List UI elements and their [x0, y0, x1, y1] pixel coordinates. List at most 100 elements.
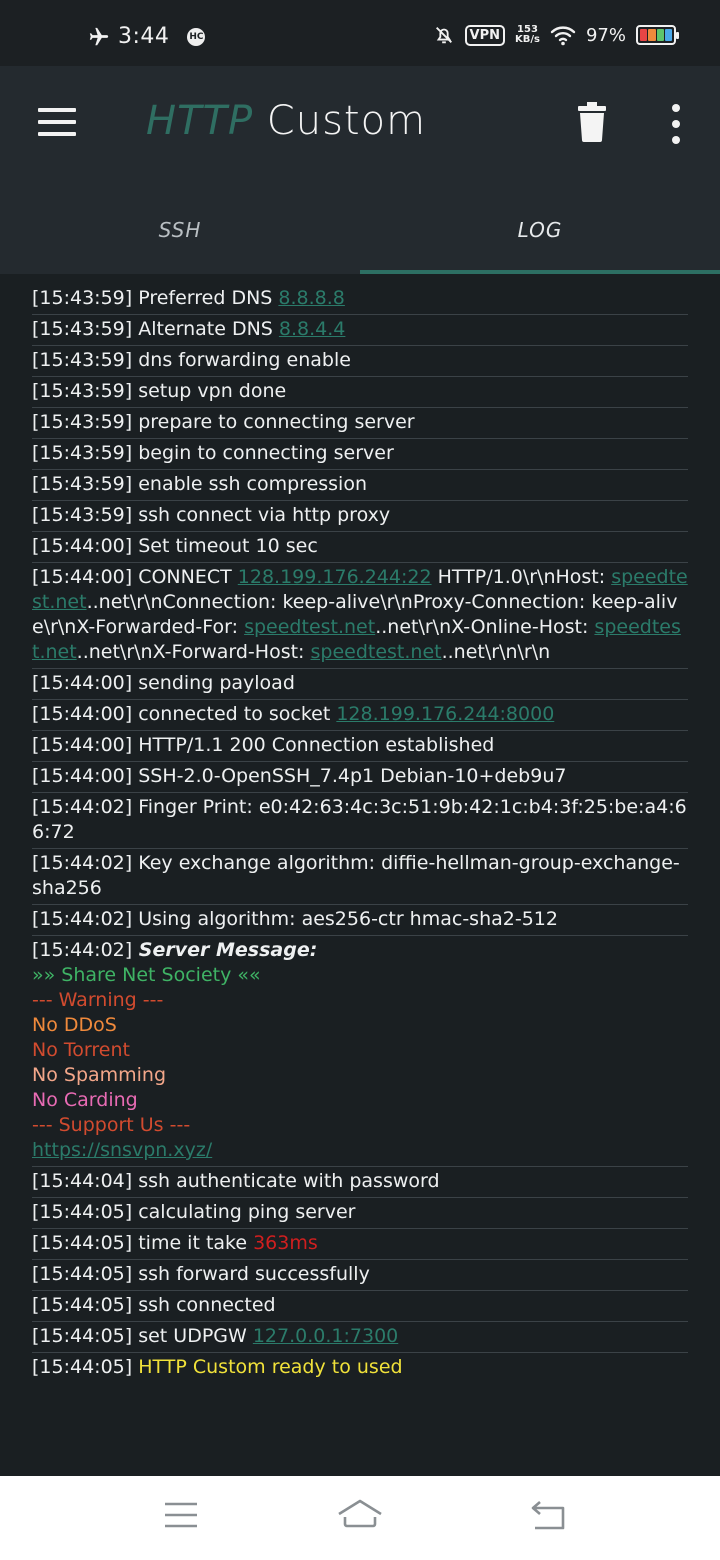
log-text: No Carding — [32, 1089, 138, 1111]
log-text: dns forwarding enable — [132, 349, 351, 371]
log-timestamp: [15:44:02] — [32, 796, 133, 818]
airplane-icon — [89, 27, 109, 45]
log-timestamp: [15:44:00] — [32, 535, 133, 557]
back-button[interactable] — [530, 1500, 568, 1536]
status-right: VPN 153 KB/s 97% — [433, 24, 679, 46]
more-icon-dot — [672, 136, 680, 144]
tab-log[interactable]: LOG — [360, 186, 720, 274]
log-entry: [15:44:05] calculating ping server — [32, 1198, 688, 1229]
log-timestamp: [15:43:59] — [32, 318, 133, 340]
log-entry: [15:44:00] SSH-2.0-OpenSSH_7.4p1 Debian-… — [32, 762, 688, 793]
log-timestamp: [15:44:00] — [32, 765, 133, 787]
more-options-button[interactable] — [668, 104, 684, 144]
speed-unit: KB/s — [515, 34, 540, 45]
log-text: HTTP/1.1 200 Connection established — [132, 734, 495, 756]
log-text: ssh forward successfully — [132, 1263, 370, 1285]
log-text: ssh authenticate with password — [132, 1170, 440, 1192]
log-panel[interactable]: [15:43:59] Preferred DNS 8.8.8.8 [15:43:5… — [0, 274, 720, 1476]
log-timestamp: [15:44:02] — [32, 852, 133, 874]
log-entry: [15:44:00] CONNECT 128.199.176.244:22 HT… — [32, 563, 688, 669]
vpn-badge: VPN — [464, 24, 505, 46]
log-timestamp: [15:44:02] — [32, 908, 133, 930]
log-text: ..net\r\n\r\n — [441, 641, 551, 663]
log-entry: [15:44:05] set UDPGW 127.0.0.1:7300 — [32, 1322, 688, 1353]
app-bar: HTTP Custom SSH LOG — [0, 66, 720, 274]
log-text: --- Warning --- — [32, 989, 164, 1011]
log-entry: [15:44:05] time it take 363ms — [32, 1229, 688, 1260]
log-timestamp: [15:44:05] — [32, 1232, 133, 1254]
log-link[interactable]: https://snsvpn.xyz/ — [32, 1138, 688, 1163]
log-entry: [15:44:00] Set timeout 10 sec — [32, 532, 688, 563]
log-link[interactable]: 8.8.8.8 — [278, 287, 344, 309]
log-text: sending payload — [132, 672, 295, 694]
menu-icon-bar — [38, 108, 76, 112]
log-entry: [15:44:00] connected to socket 128.199.1… — [32, 700, 688, 731]
log-text: enable ssh compression — [132, 473, 367, 495]
app-title-part2: Custom — [266, 98, 427, 144]
log-link[interactable]: 128.199.176.244:22 — [238, 566, 432, 588]
log-timestamp: [15:44:05] — [32, 1294, 133, 1316]
log-text: CONNECT — [132, 566, 238, 588]
log-timestamp: [15:44:00] — [32, 566, 133, 588]
log-entry: [15:43:59] prepare to connecting server — [32, 408, 688, 439]
log-link[interactable]: 127.0.0.1:7300 — [253, 1325, 398, 1347]
log-text: calculating ping server — [132, 1201, 356, 1223]
log-timestamp: [15:44:00] — [32, 703, 133, 725]
log-text: ..net\r\nX-Online-Host: — [375, 616, 595, 638]
log-timestamp: [15:43:59] — [32, 349, 133, 371]
recents-button[interactable] — [164, 1500, 198, 1534]
log-text: »» Share Net Society «« — [32, 964, 261, 986]
status-time: 3:44 — [118, 24, 170, 49]
status-bar: 3:44 HC VPN 153 KB/s 97% — [0, 0, 720, 66]
log-text: HTTP/1.0\r\nHost: — [431, 566, 612, 588]
tab-ssh[interactable]: SSH — [0, 186, 360, 274]
log-timestamp: [15:44:00] — [32, 672, 133, 694]
battery-segment — [648, 29, 656, 41]
log-entry: [15:43:59] ssh connect via http proxy — [32, 501, 688, 532]
log-text: time it take — [132, 1232, 254, 1254]
app-title-part1: HTTP — [146, 98, 254, 144]
menu-icon — [165, 1502, 197, 1528]
more-icon-dot — [672, 104, 680, 112]
log-text: setup vpn done — [132, 380, 287, 402]
log-link[interactable]: 8.8.4.4 — [279, 318, 345, 340]
log-text: begin to connecting server — [132, 442, 394, 464]
log-timestamp: [15:43:59] — [32, 411, 133, 433]
system-nav-bar — [0, 1476, 720, 1560]
log-link[interactable]: speedtest.net — [310, 641, 441, 663]
clear-log-button[interactable] — [578, 102, 606, 142]
log-text: prepare to connecting server — [132, 411, 415, 433]
log-entry: [15:44:02] Finger Print: e0:42:63:4c:3c:… — [32, 793, 688, 849]
log-text: SSH-2.0-OpenSSH_7.4p1 Debian-10+deb9u7 — [132, 765, 567, 787]
log-entry: [15:44:05] HTTP Custom ready to used — [32, 1353, 688, 1383]
menu-icon-bar — [38, 120, 76, 124]
log-entry: [15:44:02] Server Message: »» Share Net S… — [32, 936, 688, 1167]
log-entry: [15:44:02] Using algorithm: aes256-ctr h… — [32, 905, 688, 936]
log-entry: [15:44:05] ssh connected — [32, 1291, 688, 1322]
log-timestamp: [15:44:05] — [32, 1325, 133, 1347]
log-entry: [15:44:00] HTTP/1.1 200 Connection estab… — [32, 731, 688, 762]
log-list: [15:43:59] Preferred DNS 8.8.8.8 [15:43:5… — [32, 287, 688, 1383]
log-timestamp: [15:44:04] — [32, 1170, 133, 1192]
log-timestamp: [15:43:59] — [32, 473, 133, 495]
log-entry: [15:43:59] enable ssh compression — [32, 470, 688, 501]
log-text: connected to socket — [132, 703, 337, 725]
log-text: 363ms — [253, 1232, 318, 1254]
navigation-menu-button[interactable] — [38, 108, 76, 136]
tab-bar: SSH LOG — [0, 186, 720, 274]
log-text: No DDoS — [32, 1014, 117, 1036]
battery-segment — [640, 29, 648, 41]
log-timestamp: [15:44:02] — [32, 939, 133, 961]
trash-icon — [578, 102, 606, 142]
log-link[interactable]: speedtest.net — [244, 616, 375, 638]
log-text: set UDPGW — [132, 1325, 253, 1347]
log-text: Set timeout 10 sec — [132, 535, 318, 557]
notification-badge: HC — [187, 27, 206, 46]
log-text: No Torrent — [32, 1039, 130, 1061]
log-link[interactable]: 128.199.176.244:8000 — [336, 703, 554, 725]
log-timestamp: [15:44:05] — [32, 1201, 133, 1223]
log-entry: [15:44:02] Key exchange algorithm: diffi… — [32, 849, 688, 905]
status-left: 3:44 HC — [88, 24, 206, 49]
log-timestamp: [15:44:00] — [32, 734, 133, 756]
home-button[interactable] — [336, 1498, 384, 1536]
